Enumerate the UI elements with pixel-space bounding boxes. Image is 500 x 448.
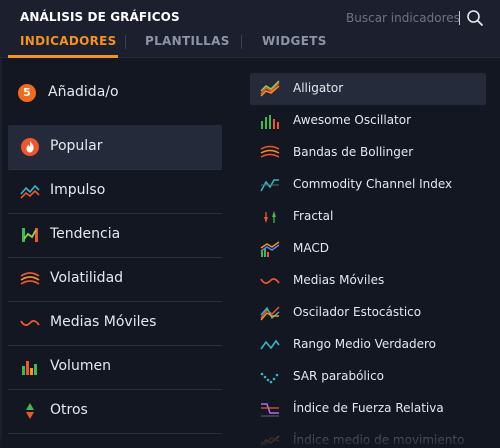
indicator-label: Alligator	[293, 81, 344, 95]
category-label: Medias Móviles	[50, 314, 157, 330]
added-label: Añadida/o	[48, 84, 119, 100]
indicator-label: Awesome Oscillator	[293, 113, 412, 127]
indicator-item-macd[interactable]: MACD	[250, 233, 486, 265]
category-list: 5 Añadida/o Popular Impulso Tendencia Vo…	[0, 59, 240, 448]
indicator-item-oscilador-estocastico[interactable]: Oscilador Estocástico	[250, 297, 486, 329]
category-item-popular[interactable]: Popular	[8, 125, 222, 169]
category-label: Popular	[50, 138, 103, 154]
indicator-label: SAR parabólico	[293, 369, 385, 383]
panel-title: ANÁLISIS DE GRÁFICOS	[20, 10, 180, 24]
indicator-label: Bandas de Bollinger	[293, 145, 414, 159]
indicator-browser: 5 Añadida/o Popular Impulso Tendencia Vo…	[0, 59, 500, 448]
indicator-item-sar-parabolico[interactable]: SAR parabólico	[250, 361, 486, 393]
indicator-item-fractal[interactable]: Fractal	[250, 201, 486, 233]
cci-icon	[260, 179, 279, 192]
category-label: Tendencia	[50, 226, 121, 242]
rsi-icon	[261, 403, 279, 417]
trend-icon	[22, 228, 38, 242]
indicator-label: Medias Móviles	[293, 273, 385, 287]
indicator-item-bollinger[interactable]: Bandas de Bollinger	[250, 137, 486, 169]
added-indicators-item[interactable]: 5 Añadida/o	[8, 73, 222, 113]
search-input[interactable]	[346, 8, 466, 28]
macd-icon	[260, 241, 280, 257]
category-item-volatilidad[interactable]: Volatilidad	[8, 257, 222, 301]
indicator-label: Oscilador Estocástico	[293, 305, 422, 319]
indicator-list: Alligator Awesome Oscillator Bandas de B…	[240, 59, 500, 448]
tab-divider	[241, 35, 242, 49]
active-tab-underline	[8, 55, 118, 58]
alligator-icon	[260, 80, 280, 97]
indicator-label: Índice de Fuerza Relativa	[293, 401, 444, 415]
indicator-item-awesome-oscillator[interactable]: Awesome Oscillator	[250, 105, 486, 137]
indicator-label: Rango Medio Verdadero	[293, 337, 437, 351]
category-label: Otros	[50, 402, 88, 418]
volume-icon	[22, 361, 37, 375]
moving-average-icon	[260, 278, 280, 284]
volatility-icon	[20, 272, 40, 285]
category-item-tendencia[interactable]: Tendencia	[8, 213, 222, 257]
indicator-item-indice-fuerza-relativa[interactable]: Índice de Fuerza Relativa	[250, 393, 486, 425]
category-label: Volatilidad	[50, 270, 124, 286]
tab-widgets[interactable]: WIDGETS	[262, 34, 327, 48]
indicator-item-medias-moviles[interactable]: Medias Móviles	[250, 265, 486, 297]
indicator-label: MACD	[293, 241, 329, 255]
indicator-label: Índice medio de movimiento	[293, 433, 465, 447]
category-item-impulso[interactable]: Impulso	[8, 169, 222, 213]
tab-bar: INDICADORES PLANTILLAS WIDGETS	[0, 28, 500, 58]
category-label: Impulso	[50, 182, 106, 198]
indicator-item-cci[interactable]: Commodity Channel Index	[250, 169, 486, 201]
category-label: Volumen	[50, 358, 111, 374]
tab-divider	[125, 35, 126, 49]
panel-edge	[0, 58, 2, 448]
search-box[interactable]	[346, 8, 486, 28]
sar-icon	[260, 372, 279, 384]
fractal-icon	[264, 211, 276, 223]
momentum-icon	[20, 184, 40, 199]
adx-icon	[260, 435, 280, 447]
other-icon	[26, 403, 34, 419]
text-caret	[459, 11, 460, 25]
bollinger-icon	[260, 145, 280, 158]
indicator-label: Commodity Channel Index	[293, 177, 453, 191]
divider	[8, 433, 222, 434]
category-item-otros[interactable]: Otros	[8, 389, 222, 433]
moving-average-icon	[20, 320, 40, 326]
atr-icon	[260, 339, 280, 350]
header: ANÁLISIS DE GRÁFICOS INDICADORES PLANTIL…	[0, 0, 500, 58]
indicator-item-indice-medio-movimiento[interactable]: Índice medio de movimiento	[250, 425, 486, 448]
category-item-volumen[interactable]: Volumen	[8, 345, 222, 389]
tab-plantillas[interactable]: PLANTILLAS	[145, 34, 230, 48]
flame-icon	[21, 138, 39, 156]
indicator-label: Fractal	[293, 209, 334, 223]
category-item-medias-moviles[interactable]: Medias Móviles	[8, 301, 222, 345]
stochastic-icon	[260, 306, 280, 321]
awesome-oscillator-icon	[261, 115, 279, 129]
added-count-badge: 5	[18, 84, 36, 102]
indicator-item-rango-medio-verdadero[interactable]: Rango Medio Verdadero	[250, 329, 486, 361]
tab-indicadores[interactable]: INDICADORES	[20, 34, 117, 48]
indicator-item-alligator[interactable]: Alligator	[250, 73, 486, 105]
search-icon[interactable]	[466, 9, 484, 27]
